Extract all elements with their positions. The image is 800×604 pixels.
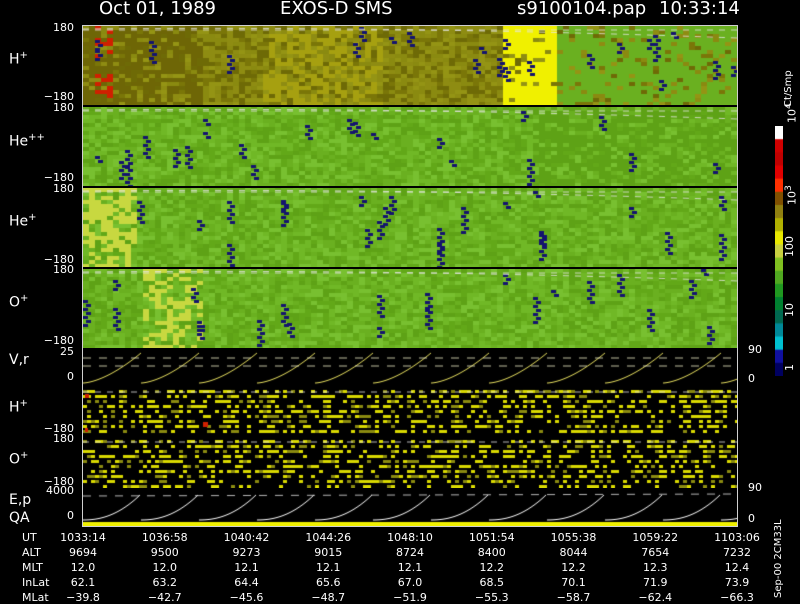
right-tick: 0	[748, 512, 755, 525]
footer-cell-ut: 1051:54	[468, 531, 515, 544]
ep-plot	[83, 490, 737, 526]
panel-label-ep: E,p	[9, 492, 32, 508]
ytick: 180	[53, 101, 74, 114]
footer-cell-mlat: −66.3	[720, 591, 754, 604]
footer-cell-alt: 9015	[314, 546, 343, 559]
footer-cell-mlat: −62.4	[638, 591, 673, 604]
o-plus-lower-plot	[83, 438, 737, 488]
side-note: Sep-00 2CM33L	[773, 519, 784, 598]
panel-label-he-pp: He++	[9, 132, 45, 150]
colorbar	[775, 126, 783, 376]
footer-cell-mlt: 12.1	[397, 561, 423, 574]
row-label-alt: ALT	[22, 546, 41, 559]
footer-cell-mlt: 12.3	[643, 561, 668, 574]
panel-label-h-plus: H+	[9, 50, 28, 68]
right-tick: 90	[748, 343, 762, 356]
file-name: s9100104.pap	[517, 0, 647, 19]
footer-cell-alt: 8044	[559, 546, 588, 559]
footer-cell-mlt: 12.2	[561, 561, 586, 574]
footer-cell-mlat: −55.3	[474, 591, 509, 604]
footer-cell-ut: 1048:10	[387, 531, 433, 544]
vr-plot	[83, 350, 737, 386]
footer-cell-alt: 7654	[641, 546, 670, 559]
footer-cell-mlt: 12.1	[234, 561, 259, 574]
row-label-mlat: MLat	[22, 591, 49, 604]
colorbar-tick: 100	[783, 236, 796, 257]
footer-cell-ut: 1040:42	[223, 531, 270, 544]
row-label-ut: UT	[22, 531, 37, 544]
ytick: 180	[53, 182, 74, 195]
footer-cell-alt: 8400	[477, 546, 506, 559]
footer-cell-mlat: −48.7	[311, 591, 346, 604]
row-label-mlt: MLT	[22, 561, 43, 574]
row-label-inlat: InLat	[22, 576, 50, 589]
footer-cell-inlat: 70.1	[561, 576, 586, 589]
colorbar-unit: Ct/Smp	[783, 70, 794, 107]
colorbar-tick: 1	[783, 364, 796, 371]
he-plus-spectrogram	[83, 188, 737, 267]
footer-cell-alt: 9273	[232, 546, 261, 559]
footer-cell-mlt: 12.0	[70, 561, 96, 574]
ytick: 180	[53, 263, 74, 276]
footer-cell-mlat: −58.7	[556, 591, 591, 604]
footer-cell-mlat: −45.6	[229, 591, 264, 604]
footer-cell-alt: 9694	[69, 546, 97, 559]
panel-label-qa: QA	[9, 510, 30, 526]
footer-cell-mlt: 12.4	[724, 561, 750, 574]
colorbar-tick: 10	[783, 303, 796, 317]
ytick: 0	[67, 370, 74, 383]
instrument-title: EXOS-D SMS	[280, 0, 393, 19]
right-tick: 90	[748, 481, 762, 494]
footer-cell-alt: 9500	[150, 546, 179, 559]
footer-cell-mlat: −51.9	[393, 591, 427, 604]
footer-cell-inlat: 68.5	[479, 576, 505, 589]
panel-label-o-plus-lower: O+	[9, 450, 29, 468]
footer-cell-ut: 1059:22	[632, 531, 679, 544]
footer-cell-inlat: 67.0	[397, 576, 423, 589]
footer-cell-inlat: 65.6	[316, 576, 341, 589]
footer-cell-ut: 1033:14	[60, 531, 106, 544]
footer-cell-mlt: 12.0	[152, 561, 178, 574]
o-plus-spectrogram	[83, 269, 737, 348]
panel-label-he-plus: He+	[9, 212, 37, 230]
header-time: 10:33:14	[659, 0, 740, 19]
panel-label-vr: V,r	[9, 352, 29, 368]
footer-cell-alt: 8724	[396, 546, 424, 559]
footer-cell-inlat: 62.1	[70, 576, 96, 589]
right-tick: 0	[748, 372, 755, 385]
footer-cell-mlt: 12.2	[479, 561, 505, 574]
ytick: 0	[67, 509, 74, 522]
footer-cell-alt: 7232	[723, 546, 751, 559]
colorbar-tick: 103	[783, 185, 799, 205]
footer-cell-inlat: 71.9	[643, 576, 668, 589]
ytick: 4000	[46, 484, 74, 497]
footer-cell-ut: 1044:26	[305, 531, 352, 544]
footer-cell-ut: 1055:38	[550, 531, 597, 544]
footer-cell-inlat: 64.4	[234, 576, 259, 589]
panel-label-h-plus-lower: H+	[9, 398, 28, 416]
footer-cell-mlt: 12.1	[316, 561, 341, 574]
h-plus-spectrogram	[83, 26, 737, 105]
footer-cell-inlat: 63.2	[152, 576, 178, 589]
footer-cell-mlat: −42.7	[147, 591, 182, 604]
footer-cell-ut: 1103:06	[714, 531, 760, 544]
footer-cell-ut: 1036:58	[141, 531, 188, 544]
ytick: 180	[53, 432, 74, 445]
he-pp-spectrogram	[83, 107, 737, 186]
date-title: Oct 01, 1989	[99, 0, 216, 19]
footer-cell-inlat: 73.9	[724, 576, 750, 589]
ytick: 180	[53, 21, 74, 34]
h-plus-lower-plot	[83, 388, 737, 436]
footer-cell-mlat: −39.8	[66, 591, 100, 604]
panel-label-o-plus: O+	[9, 293, 29, 311]
ytick: 25	[60, 345, 74, 358]
